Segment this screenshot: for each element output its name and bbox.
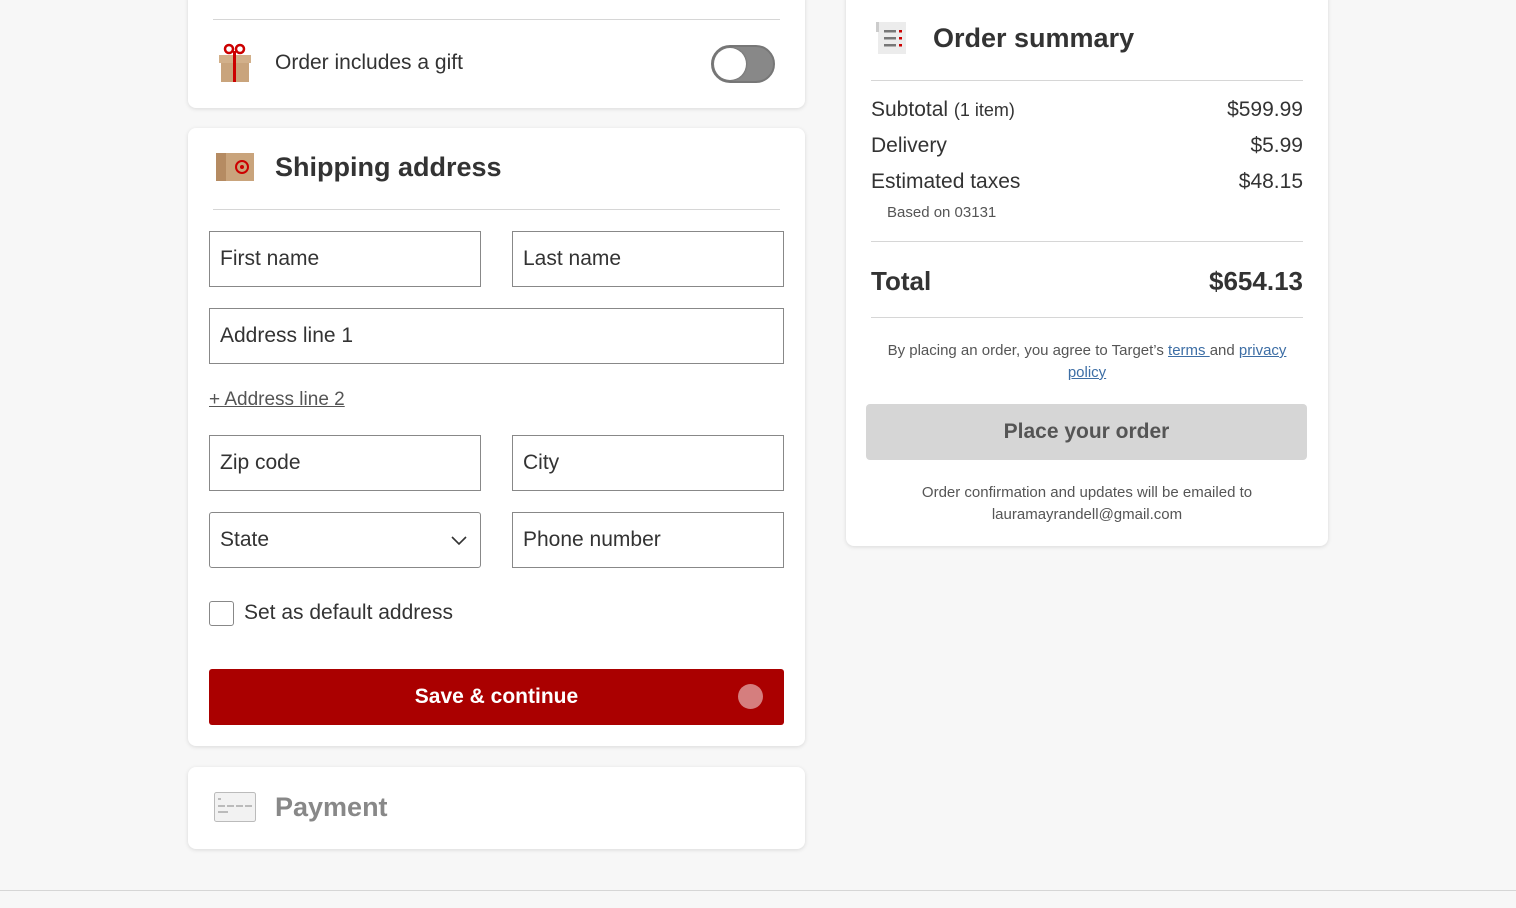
receipt-icon — [876, 22, 906, 54]
taxes-label: Estimated taxes — [871, 170, 1021, 193]
taxes-value: $48.15 — [1238, 170, 1303, 193]
last-name-field[interactable] — [512, 231, 784, 287]
delivery-row: Delivery $5.99 — [871, 134, 1303, 158]
terms-link[interactable]: terms — [1168, 342, 1210, 359]
state-select[interactable]: State — [209, 512, 481, 568]
confirmation-note: Order confirmation and updates will be e… — [871, 482, 1303, 526]
city-input[interactable] — [523, 436, 783, 490]
order-summary-card: Order summary Subtotal (1 item) $599.99 … — [846, 0, 1328, 546]
legal-text: By placing an order, you agree to Target… — [871, 340, 1303, 384]
delivery-value: $5.99 — [1250, 134, 1303, 157]
credit-card-icon — [214, 792, 256, 822]
default-address-label: Set as default address — [244, 601, 453, 624]
phone-number-field[interactable] — [512, 512, 784, 568]
gift-label: Order includes a gift — [275, 51, 463, 74]
gift-card: Order includes a gift — [188, 0, 805, 108]
footer-divider — [0, 890, 1516, 891]
shipping-box-icon — [216, 153, 254, 181]
delivery-label: Delivery — [871, 134, 947, 157]
toggle-knob — [714, 48, 746, 80]
address-line-1-input[interactable] — [220, 309, 783, 363]
total-row: Total $654.13 — [871, 266, 1303, 297]
state-selected-value: State — [220, 528, 270, 551]
total-value: $654.13 — [1209, 266, 1303, 296]
subtotal-value: $599.99 — [1227, 98, 1303, 121]
gift-toggle[interactable] — [711, 45, 775, 83]
save-continue-label: Save & continue — [414, 685, 579, 708]
address-line-1-field[interactable] — [209, 308, 784, 364]
last-name-input[interactable] — [523, 232, 783, 286]
zip-code-field[interactable] — [209, 435, 481, 491]
taxes-note: Based on 03131 — [887, 204, 997, 221]
chevron-down-icon — [451, 536, 467, 546]
divider — [871, 80, 1303, 81]
confirmation-email: lauramayrandell@gmail.com — [991, 506, 1183, 523]
divider — [213, 19, 780, 20]
place-order-label: Place your order — [1003, 420, 1170, 443]
default-address-checkbox[interactable] — [209, 601, 234, 626]
phone-number-input[interactable] — [523, 513, 783, 567]
legal-prefix: By placing an order, you agree to Target… — [887, 342, 1169, 359]
add-address-line-2-link[interactable]: + Address line 2 — [209, 389, 345, 411]
divider — [871, 317, 1303, 318]
divider — [871, 241, 1303, 242]
confirmation-text: Order confirmation and updates will be e… — [921, 484, 1253, 501]
subtotal-items: (1 item) — [953, 100, 1015, 120]
gift-icon — [219, 43, 251, 82]
divider — [213, 209, 780, 210]
order-summary-title: Order summary — [933, 23, 1135, 53]
payment-title: Payment — [275, 792, 388, 822]
first-name-input[interactable] — [220, 232, 480, 286]
payment-card[interactable]: Payment — [188, 767, 805, 849]
subtotal-row: Subtotal (1 item) $599.99 — [871, 98, 1303, 122]
first-name-field[interactable] — [209, 231, 481, 287]
taxes-row: Estimated taxes $48.15 — [871, 170, 1303, 194]
shipping-title: Shipping address — [275, 152, 502, 182]
shipping-address-card: Shipping address + Address line 2 State … — [188, 128, 805, 746]
save-continue-button[interactable]: Save & continue — [209, 669, 784, 725]
legal-and: and — [1209, 342, 1239, 359]
total-label: Total — [871, 266, 932, 296]
touch-indicator — [738, 684, 763, 709]
place-order-button[interactable]: Place your order — [866, 404, 1307, 460]
city-field[interactable] — [512, 435, 784, 491]
subtotal-label: Subtotal — [871, 98, 949, 121]
zip-code-input[interactable] — [220, 436, 480, 490]
